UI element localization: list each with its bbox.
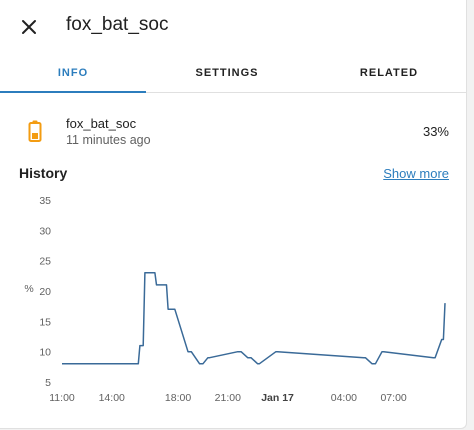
x-tick-label: 21:00 xyxy=(215,392,241,404)
tab-bar: INFO SETTINGS RELATED xyxy=(0,56,466,93)
y-tick-label: 10 xyxy=(39,347,51,359)
tab-info[interactable]: INFO xyxy=(0,56,146,91)
close-button[interactable] xyxy=(14,12,44,42)
tab-related[interactable]: RELATED xyxy=(326,56,452,91)
entity-row: fox_bat_soc 11 minutes ago 33% xyxy=(0,112,466,152)
x-tick-label: 18:00 xyxy=(165,392,191,404)
more-info-dialog: fox_bat_soc INFO SETTINGS RELATED fox_ba… xyxy=(0,0,467,429)
entity-name: fox_bat_soc xyxy=(66,116,137,131)
entity-state: 33% xyxy=(422,124,449,139)
x-tick-label: 07:00 xyxy=(380,392,406,404)
y-tick-label: 25 xyxy=(39,256,51,268)
battery-icon xyxy=(28,120,42,142)
x-tick-label: 04:00 xyxy=(331,392,357,404)
y-tick-label: 15 xyxy=(39,316,51,328)
x-tick-label: 11:00 xyxy=(49,392,75,404)
close-icon xyxy=(22,20,36,34)
tab-settings[interactable]: SETTINGS xyxy=(160,56,294,91)
y-tick-label: 35 xyxy=(39,195,51,207)
history-chart[interactable]: 35 30 25 20 15 10 5 11:00 14:00 18:00 21:00 Jan 17… xyxy=(0,186,466,410)
dialog-title: fox_bat_soc xyxy=(66,14,169,35)
y-tick-label: 5 xyxy=(45,377,51,389)
show-more-link[interactable]: Show more xyxy=(383,166,449,181)
y-tick-label: 20 xyxy=(39,286,51,298)
history-line[interactable] xyxy=(62,272,446,365)
dialog-header: fox_bat_soc xyxy=(0,0,466,52)
x-tick-label: 14:00 xyxy=(99,392,125,404)
y-tick-label: 30 xyxy=(39,225,51,237)
history-title: History xyxy=(19,165,68,181)
tab-active-indicator xyxy=(0,91,146,93)
x-tick-label: Jan 17 xyxy=(261,392,294,404)
y-axis-unit: % xyxy=(24,283,33,295)
entity-last-changed: 11 minutes ago xyxy=(66,133,151,147)
